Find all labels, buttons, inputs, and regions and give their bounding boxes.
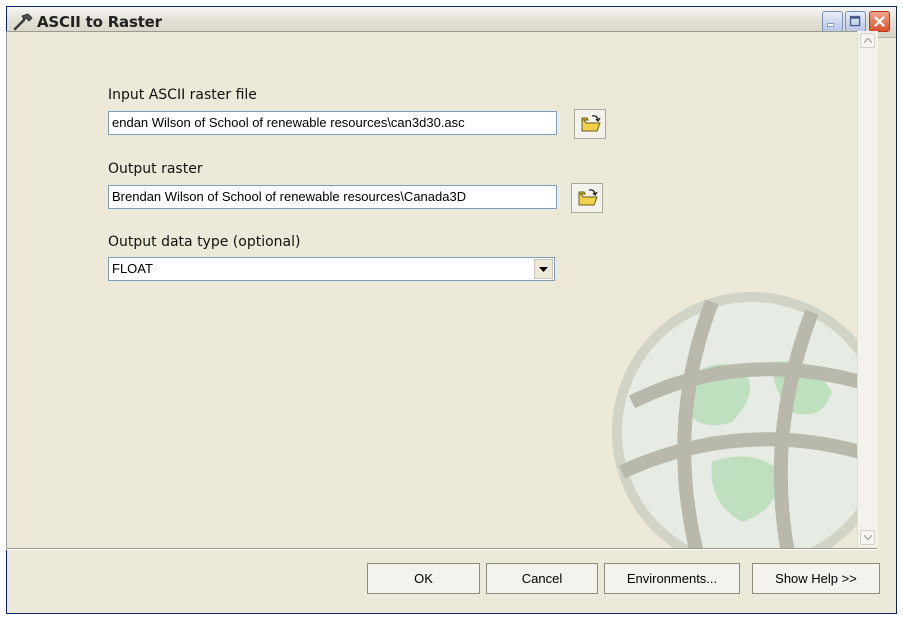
close-icon [874,16,885,27]
output-raster-label: Output raster [108,161,203,177]
hammer-icon [13,13,33,31]
input-file-label: Input ASCII raster file [108,87,257,103]
close-button[interactable] [869,11,890,32]
scroll-up-button[interactable] [860,33,875,48]
maximize-button[interactable] [845,11,866,32]
minimize-icon [827,23,835,27]
maximize-icon [849,15,861,27]
browse-input-button[interactable] [574,109,606,139]
output-datatype-value: FLOAT [112,261,153,276]
show-help-button[interactable]: Show Help >> [752,563,880,594]
parameters-panel: Input ASCII raster file endan Wilson of … [6,31,857,548]
globe-icon [612,292,857,548]
output-datatype-label: Output data type (optional) [108,234,301,250]
window-title: ASCII to Raster [37,13,162,31]
footer-divider-highlight [6,549,877,550]
environments-button[interactable]: Environments... [604,563,740,594]
minimize-button[interactable] [822,11,843,32]
open-folder-icon [578,189,598,206]
output-datatype-select[interactable]: FLOAT [108,257,555,281]
chevron-down-icon [539,267,548,272]
open-folder-icon [581,115,601,132]
dropdown-button[interactable] [534,259,553,279]
output-raster-field[interactable]: Brendan Wilson of School of renewable re… [108,185,557,209]
browse-output-button[interactable] [571,183,603,213]
chevron-up-icon [864,38,872,43]
scroll-down-button[interactable] [860,530,875,545]
cancel-button[interactable]: Cancel [486,563,598,594]
chevron-down-icon [864,535,872,540]
input-file-field[interactable]: endan Wilson of School of renewable reso… [108,111,557,135]
ok-button[interactable]: OK [367,563,480,594]
vertical-scrollbar[interactable] [857,31,878,547]
